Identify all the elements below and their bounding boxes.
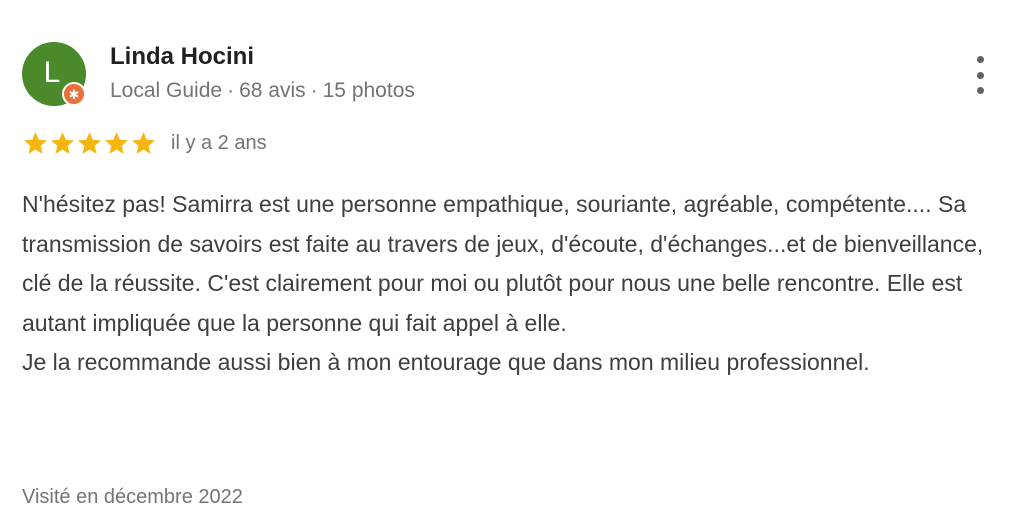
rating-row: il y a 2 ans (22, 130, 267, 156)
meta-separator: · (227, 79, 235, 102)
photos-count: 15 photos (322, 79, 415, 102)
review-time: il y a 2 ans (171, 131, 267, 154)
meta-separator: · (310, 79, 318, 102)
star-icon (103, 130, 130, 156)
local-guide-star-icon: ✱ (62, 82, 86, 106)
reviews-count: 68 avis (239, 79, 306, 102)
star-icon (49, 130, 76, 156)
reviewer-meta[interactable]: Local Guide · 68 avis · 15 photos (110, 79, 415, 103)
menu-dot (976, 71, 984, 79)
review-text: N'hésitez pas! Samirra est une personne … (22, 191, 984, 375)
reviewer-name[interactable]: Linda Hocini (110, 43, 254, 71)
avatar-letter: L (43, 56, 61, 89)
star-rating (22, 130, 157, 156)
visited-date: Visité en décembre 2022 (22, 486, 243, 508)
more-vert-icon[interactable] (968, 56, 992, 94)
menu-dot (976, 56, 984, 63)
reviewer-role: Local Guide (110, 79, 223, 102)
menu-dot (976, 87, 984, 94)
review-card: L ✱ Linda Hocini Local Guide · 68 avis · 15 … (0, 0, 1018, 526)
star-icon (22, 130, 49, 156)
star-icon (76, 130, 103, 156)
star-icon (130, 130, 157, 156)
